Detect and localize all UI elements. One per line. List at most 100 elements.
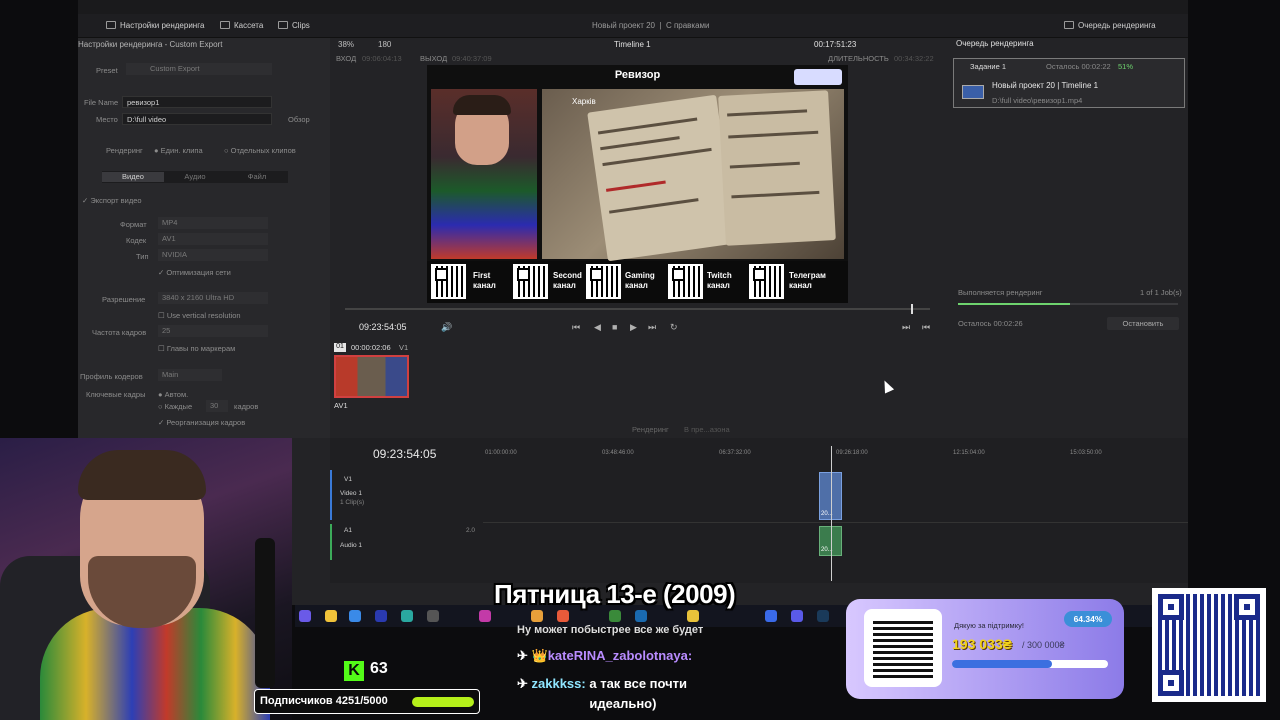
fps-select[interactable]: 25	[158, 325, 268, 337]
profile-select[interactable]: Main	[158, 369, 222, 381]
video-menu-image: Харків	[542, 89, 844, 262]
subscriber-progress-bar	[412, 697, 474, 707]
discord-icon[interactable]	[791, 610, 803, 622]
viewer-scrubber[interactable]	[345, 308, 930, 310]
timeline-toolbar: Рендеринг В пре...азона	[330, 420, 1188, 438]
render-remaining: Осталось 00:02:26	[958, 319, 1023, 328]
clips-label: Clips	[292, 21, 310, 30]
film-title: Пятница 13-е (2009)	[494, 579, 736, 609]
subscriber-text: Подписчиков 4251/5000	[260, 695, 388, 707]
chapters-check[interactable]: ☐ Главы по маркерам	[158, 344, 235, 353]
donation-thanks: Дякую за підтримку!	[954, 621, 1024, 630]
track-header-v1[interactable]: V1 Video 1 1 Clip(s)	[330, 470, 482, 520]
photoshop-icon[interactable]	[375, 610, 387, 622]
clip-track: V1	[399, 343, 409, 352]
track-video1-name: Video 1	[340, 490, 362, 497]
preset-select[interactable]: Custom Export	[126, 63, 272, 75]
keyframes-every-radio[interactable]: ○ Каждые	[158, 402, 192, 411]
ruler-tick: 15:03:50:00	[1070, 450, 1102, 456]
qr-label-4: Twitch канал	[707, 271, 732, 290]
next-clip-icon[interactable]: ⏭	[902, 322, 910, 333]
app-icon[interactable]	[765, 610, 777, 622]
filename-label: File Name	[84, 98, 119, 107]
microphone	[255, 538, 275, 688]
instagram-icon[interactable]	[479, 610, 491, 622]
reorder-check[interactable]: ✓ Реорганизация кадров	[158, 418, 245, 427]
export-video-check[interactable]: ✓ Экспорт видео	[82, 196, 142, 205]
zoom-select[interactable]: 38%	[338, 40, 354, 49]
resolution-label: Разрешение	[102, 295, 146, 304]
tab-video[interactable]: Видео	[102, 172, 164, 182]
stop-icon[interactable]: ■	[612, 322, 617, 332]
job-path: D:\full video\ревизор1.mp4	[992, 96, 1083, 105]
chat-text-2: а так все почти идеально)	[589, 676, 688, 711]
qr-label-5: Телеграм канал	[789, 271, 826, 290]
steam-icon[interactable]	[817, 610, 829, 622]
donation-amount: 193 033₴	[952, 636, 1012, 652]
browser-icon[interactable]	[349, 610, 361, 622]
volume-icon[interactable]: 🔊	[441, 322, 452, 333]
render-queue-tab[interactable]: Очередь рендеринга	[1064, 21, 1156, 30]
chat-prev-message: Ну может побыстрее все же будет	[517, 624, 704, 636]
format-select[interactable]: MP4	[158, 217, 268, 229]
viewer-inout: ВХОД 09:06:04:13 ВЫХОД 09:40:37:09 ДЛИТЕ…	[330, 52, 946, 65]
resolve-icon[interactable]	[427, 610, 439, 622]
codec-select[interactable]: AV1	[158, 233, 268, 245]
play-reverse-icon[interactable]: ◀	[594, 322, 601, 333]
job-title: Задание 1	[970, 62, 1007, 71]
loop-icon[interactable]: ↻	[670, 322, 678, 333]
render-job-card[interactable]: Задание 1 Осталось 00:02:22 51% Новый пр…	[953, 58, 1185, 108]
video-preview[interactable]: Ревизор Харків First канал Second канал …	[427, 65, 848, 303]
render-settings-tab[interactable]: Настройки рендеринга	[106, 21, 204, 30]
render-progress-fill	[958, 303, 1071, 305]
timeline-render-mode[interactable]: В пре...азона	[684, 425, 730, 434]
prev-clip-icon[interactable]: ⏮	[922, 322, 930, 333]
fps-label: Частота кадров	[92, 328, 147, 337]
location-input[interactable]: D:\full video	[122, 113, 272, 125]
folder-icon[interactable]	[325, 610, 337, 622]
timeline-name[interactable]: Timeline 1	[614, 40, 651, 49]
skip-forward-icon[interactable]: ⏭	[648, 322, 656, 333]
clip-thumbnail[interactable]	[334, 355, 409, 398]
keyframes-label: Ключевые кадры	[86, 390, 146, 399]
track-video1-clips: 1 Clip(s)	[340, 499, 365, 506]
timeline-ruler[interactable]: 01:00:00:00 03:48:46:00 06:37:32:00 09:2…	[483, 446, 1188, 460]
render-queue-label: Очередь рендеринга	[1078, 21, 1156, 30]
jobs-count: 1 of 1 Job(s)	[1140, 288, 1182, 297]
timeline-playhead[interactable]	[831, 446, 832, 581]
play-icon[interactable]: ▶	[630, 322, 637, 333]
qr-label-3: Gaming канал	[625, 271, 655, 290]
filename-input[interactable]: ревизор1	[122, 96, 272, 108]
skip-back-icon[interactable]: ⏮	[572, 322, 580, 333]
streamer-webcam	[0, 438, 292, 720]
city-label: Харків	[572, 97, 596, 106]
kick-viewers: K 63	[344, 660, 388, 681]
tab-file[interactable]: Файл	[226, 172, 288, 181]
type-select[interactable]: NVIDIA	[158, 249, 268, 261]
codec-label: Кодек	[126, 236, 147, 245]
tab-audio[interactable]: Аудио	[164, 172, 226, 181]
browse-button[interactable]: Обзор	[288, 115, 310, 124]
job-remaining: Осталось 00:02:22	[1046, 62, 1111, 71]
clip-index: 01	[334, 343, 346, 352]
track-header-a1[interactable]: A1 Audio 1 2.0	[330, 524, 482, 560]
render-multi-radio[interactable]: ○ Отдельных клипов	[224, 146, 296, 155]
vertical-res-check[interactable]: ☐ Use vertical resolution	[158, 311, 241, 320]
stop-render-button[interactable]: Остановить	[1107, 317, 1179, 330]
render-single-radio[interactable]: ● Един. клипа	[154, 146, 203, 155]
monitor-icon	[962, 85, 984, 99]
person-hair	[453, 95, 511, 115]
media-tab[interactable]: Кассета	[220, 21, 263, 30]
track-divider	[483, 522, 1188, 523]
clips-tab[interactable]: Clips	[278, 21, 310, 30]
scrubber-playhead[interactable]	[911, 304, 913, 314]
settings-tabs: Видео Аудио Файл	[102, 171, 288, 183]
keyframes-num-input[interactable]: 30	[206, 400, 228, 412]
keyframes-auto-radio[interactable]: ● Автом.	[158, 390, 188, 399]
top-menu-bar	[78, 0, 1188, 14]
network-opt-check[interactable]: ✓ Оптимизация сети	[158, 268, 231, 277]
app-icon[interactable]	[299, 610, 311, 622]
qr-code-icon	[513, 264, 548, 299]
resolution-select[interactable]: 3840 x 2160 Ultra HD	[158, 292, 268, 304]
app-icon[interactable]	[401, 610, 413, 622]
